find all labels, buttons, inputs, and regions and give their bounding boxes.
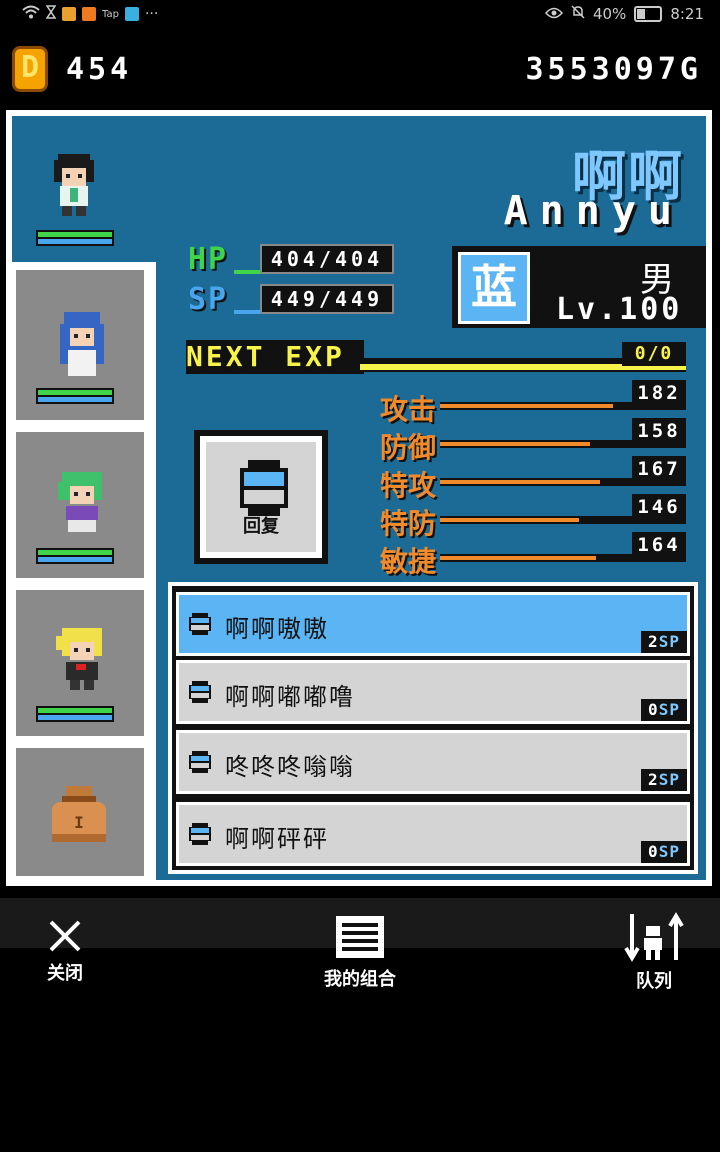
my-combo-button[interactable]: 我的组合 [300, 914, 420, 991]
tap-icon [124, 7, 139, 21]
eye-icon [544, 5, 563, 23]
skill-row[interactable]: 啊啊嘟嘟噜 0SP [176, 660, 690, 724]
clock: 8:21 [670, 5, 704, 23]
slot-1-hp-bar [36, 388, 114, 404]
skill-capsule-icon [189, 751, 211, 773]
attribute-value: 167 [632, 456, 686, 482]
skill-row[interactable]: 咚咚咚嗡嗡 2SP [176, 730, 690, 794]
battery-percent: 40% [592, 5, 627, 23]
character-sprite-blue-hair [60, 312, 104, 376]
skill-row[interactable]: 啊啊砰砰 0SP [176, 802, 690, 866]
skill-sp-value: 2 [648, 770, 659, 789]
recover-button[interactable]: 回复 [194, 430, 328, 564]
recover-button-face: 回复 [206, 442, 316, 552]
character-name-en: Annyu [503, 188, 684, 234]
character-sprite-boy [54, 154, 94, 216]
attribute-value: 164 [632, 532, 686, 558]
skill-sp-cost: 2SP [641, 769, 687, 791]
sp-value: 449/449 [260, 284, 394, 314]
status-icons-left: Tap ··· [22, 5, 158, 23]
sort-order-icon [624, 912, 684, 962]
recover-label: 回复 [243, 516, 279, 537]
team-slot-1[interactable] [12, 266, 148, 424]
play-icon [82, 7, 96, 21]
skill-sp-unit: SP [658, 842, 680, 861]
coin-count: 454 [66, 52, 133, 87]
skill-sp-unit: SP [658, 632, 680, 651]
character-sprite-green-hair [58, 472, 102, 532]
recover-button-border: 回复 [200, 436, 322, 558]
type-badge: 蓝 [458, 252, 530, 324]
character-sprite-blonde [56, 628, 102, 690]
svg-text:I: I [74, 813, 84, 832]
skill-sp-value: 0 [648, 842, 659, 861]
skill-name: 啊啊嗷嗷 [225, 615, 329, 643]
attribute-value: 158 [632, 418, 686, 444]
status-icons-right: 40% 8:21 [544, 5, 704, 23]
skill-name: 啊啊砰砰 [225, 825, 329, 853]
close-label: 关闭 [47, 963, 83, 984]
hourglass-icon [45, 5, 57, 23]
attribute-label: 防御 [380, 431, 437, 464]
mute-bell-icon [571, 5, 585, 23]
attribute-bar-fill [440, 556, 596, 560]
wifi-icon [22, 5, 40, 23]
skill-capsule-icon [189, 613, 211, 635]
close-icon [49, 920, 81, 952]
attribute-label: 特防 [380, 507, 437, 540]
skill-sp-unit: SP [658, 700, 680, 719]
status-bar: Tap ··· 40% 8:21 [0, 0, 720, 28]
slot-3-hp-bar [36, 706, 114, 722]
my-combo-label: 我的组合 [324, 969, 396, 990]
skill-sp-cost: 2SP [641, 631, 687, 653]
skill-sp-value: 0 [648, 700, 659, 719]
current-character[interactable] [36, 146, 116, 256]
skill-sp-cost: 0SP [641, 699, 687, 721]
coin-icon: D [12, 46, 48, 92]
battery-icon [634, 6, 663, 22]
skill-sp-value: 2 [648, 632, 659, 651]
attribute-value: 182 [632, 380, 686, 406]
current-character-hp-bar [36, 230, 114, 246]
slot-2-hp-bar [36, 548, 114, 564]
more-icon: ··· [144, 6, 159, 22]
attribute-bar-fill [440, 480, 600, 484]
skill-name: 啊啊嘟嘟噜 [225, 683, 355, 711]
hp-value: 404/404 [260, 244, 394, 274]
attribute-value: 146 [632, 494, 686, 520]
attribute-label: 敏捷 [380, 545, 437, 578]
app-icon [62, 7, 76, 21]
attribute-bar-fill [440, 404, 613, 408]
list-icon [336, 916, 384, 958]
team-slot-2[interactable] [12, 428, 148, 582]
skill-capsule-icon [189, 823, 211, 845]
attribute-bar-fill [440, 442, 590, 446]
app-text-icon: Tap [102, 8, 119, 20]
skill-row[interactable]: 啊啊嗷嗷 2SP [176, 592, 690, 656]
team-slot-3[interactable] [12, 586, 148, 740]
attribute-bar-fill [440, 518, 579, 522]
skill-name: 咚咚咚嗡嗡 [225, 753, 355, 781]
recover-capsule-icon [240, 460, 288, 516]
skill-sp-unit: SP [658, 770, 680, 789]
money-bag-icon: I [52, 786, 106, 842]
attribute-label: 攻击 [380, 393, 437, 426]
order-button[interactable]: 队列 [614, 912, 694, 993]
next-exp-label: NEXT EXP [186, 340, 345, 373]
gold-count: 3553097G [525, 52, 702, 87]
skill-sp-cost: 0SP [641, 841, 687, 863]
bag-slot[interactable]: I [12, 744, 148, 880]
close-button[interactable]: 关闭 [30, 918, 100, 985]
next-exp-value: 0/0 [622, 342, 686, 366]
attribute-label: 特攻 [380, 469, 437, 502]
sp-label: SP [188, 282, 229, 317]
level: Lv.100 [556, 292, 683, 327]
order-label: 队列 [636, 971, 672, 992]
hp-label: HP [188, 242, 229, 277]
skill-capsule-icon [189, 681, 211, 703]
